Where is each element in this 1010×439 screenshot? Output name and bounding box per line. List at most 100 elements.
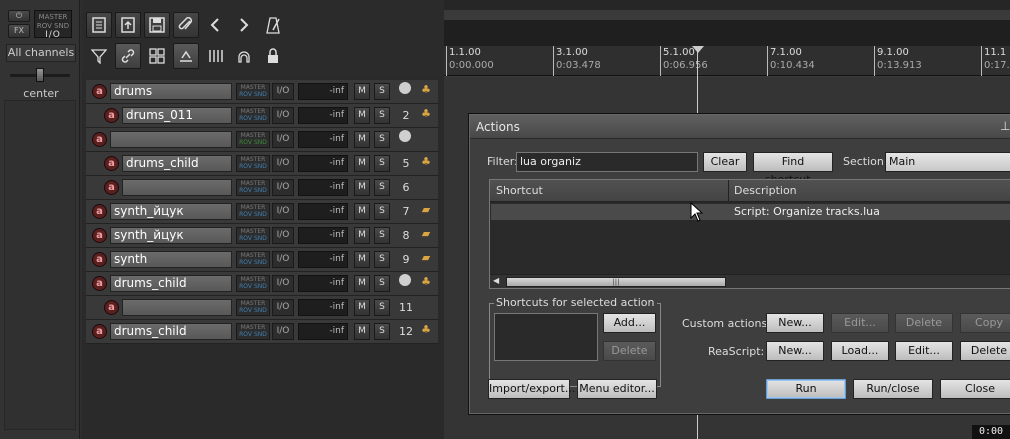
mute-button[interactable]: M [354,179,370,196]
metronome-icon[interactable] [260,12,286,38]
save-project-icon[interactable] [144,12,170,38]
record-arm-icon[interactable]: a [104,108,119,123]
clear-button[interactable]: Clear [703,152,747,172]
all-channels-button[interactable]: All channels [6,44,76,62]
run-close-button[interactable]: Run/close [853,379,933,399]
find-shortcut-button[interactable]: Find shortcut... [753,152,833,186]
mute-button[interactable]: M [354,203,370,220]
close-button[interactable]: Close [940,379,1010,399]
track-io-button[interactable]: I/O [272,299,294,316]
column-shortcut[interactable]: Shortcut [496,184,543,197]
new-project-icon[interactable] [86,12,112,38]
filter-icon[interactable] [86,43,112,69]
track-io-button[interactable]: I/O [272,83,294,100]
track-name[interactable] [110,131,232,148]
track-name[interactable]: drums_child [122,155,232,172]
track-row[interactable]: a MASTER ROV SND I/O -inf M S 6 [86,176,438,200]
track-row[interactable]: a drums_child MASTER ROV SND I/O -inf M S ♣ [86,272,438,296]
track-name[interactable] [122,179,232,196]
solo-button[interactable]: S [374,323,390,340]
play-cursor-marker[interactable] [692,46,704,53]
timeline-ruler[interactable]: 1.1.00 0:00.000 3.1.00 0:03.478 5.1.00 0:06.9… [444,46,1010,76]
mute-button[interactable]: M [354,155,370,172]
record-arm-icon[interactable]: a [104,180,119,195]
volume-readout[interactable]: -inf [298,155,348,172]
solo-button[interactable]: S [374,83,390,100]
track-row[interactable]: a synth_йцук MASTER ROV SND I/O -inf M S 8 ▰ [86,224,438,248]
solo-button[interactable]: S [374,179,390,196]
folder-icon[interactable] [399,82,411,94]
solo-button[interactable]: S [374,275,390,292]
mute-button[interactable]: M [354,275,370,292]
record-arm-icon[interactable]: a [92,84,107,99]
track-io-button[interactable]: I/O [272,179,294,196]
region-lane[interactable] [444,20,1010,46]
custom-new-button[interactable]: New... [766,313,824,333]
fx-plugin-icon[interactable]: ♣ [418,83,434,100]
ripple-icon[interactable] [173,43,199,69]
record-arm-icon[interactable]: a [92,276,107,291]
import-export-button[interactable]: Import/export... [488,379,575,399]
delete-shortcut-button[interactable]: Delete [603,341,656,361]
route-indicator[interactable]: MASTER ROV SND [236,203,270,220]
mute-button[interactable]: M [354,131,370,148]
track-name[interactable]: drums_child [110,323,232,340]
volume-readout[interactable]: -inf [298,323,348,340]
custom-copy-button[interactable]: Copy [960,313,1010,333]
solo-button[interactable]: S [374,107,390,124]
reascript-edit-button[interactable]: Edit... [895,341,953,361]
scroll-left-icon[interactable]: ◀ [493,276,499,285]
track-io-button[interactable]: I/O [272,275,294,292]
filter-input[interactable]: lua organiz [516,152,698,172]
pin-icon[interactable]: ⊥ [1000,119,1010,133]
fx-button[interactable]: FX [8,24,30,38]
track-name[interactable]: synth_йцук [110,227,232,244]
track-name[interactable] [122,299,232,316]
custom-delete-button[interactable]: Delete [895,313,953,333]
route-indicator[interactable]: MASTER ROV SND [236,299,270,316]
volume-readout[interactable]: -inf [298,179,348,196]
record-arm-icon[interactable]: a [92,228,107,243]
track-io-button[interactable]: I/O [272,323,294,340]
solo-button[interactable]: S [374,227,390,244]
mute-button[interactable]: M [354,299,370,316]
track-name[interactable]: drums_child [110,275,232,292]
master-route-button[interactable]: MASTER ROV SND I/O [34,10,72,40]
track-row[interactable]: a drums_011 MASTER ROV SND I/O -inf M S 2 ♣ [86,104,438,128]
track-name[interactable]: synth [110,251,232,268]
track-name[interactable]: drums [110,83,232,100]
record-arm-icon[interactable]: a [92,204,107,219]
solo-button[interactable]: S [374,131,390,148]
record-arm-icon[interactable]: a [92,252,107,267]
track-row[interactable]: a synth MASTER ROV SND I/O -inf M S 9 ▰ [86,248,438,272]
list-item[interactable]: Script: Organize tracks.lua [491,204,1010,220]
mute-button[interactable]: M [354,227,370,244]
track-io-button[interactable]: I/O [272,203,294,220]
open-project-icon[interactable] [115,12,141,38]
route-indicator[interactable]: MASTER ROV SND [236,131,270,148]
reascript-new-button[interactable]: New... [766,341,824,361]
track-io-button[interactable]: I/O [272,227,294,244]
actions-list[interactable]: Shortcut Description Script: Organize tr… [489,179,1010,289]
route-indicator[interactable]: MASTER ROV SND [236,251,270,268]
grid-icon[interactable] [144,43,170,69]
lock-icon[interactable] [260,43,286,69]
fx-plugin-icon[interactable]: ♣ [418,155,434,172]
track-name[interactable]: synth_йцук [110,203,232,220]
fx-plugin-icon[interactable]: ♣ [418,323,434,340]
custom-edit-button[interactable]: Edit... [831,313,889,333]
route-indicator[interactable]: MASTER ROV SND [236,83,270,100]
snap-icon[interactable] [231,43,257,69]
section-select[interactable]: Main [885,152,1010,172]
mute-button[interactable]: M [354,83,370,100]
track-io-button[interactable]: I/O [272,251,294,268]
column-description[interactable]: Description [734,184,797,197]
route-indicator[interactable]: MASTER ROV SND [236,275,270,292]
record-arm-icon[interactable]: a [92,324,107,339]
fx-plugin-icon[interactable]: ▰ [418,251,434,268]
mute-button[interactable]: M [354,323,370,340]
route-indicator[interactable]: MASTER ROV SND [236,323,270,340]
route-indicator[interactable]: MASTER ROV SND [236,179,270,196]
volume-readout[interactable]: -inf [298,131,348,148]
volume-readout[interactable]: -inf [298,251,348,268]
